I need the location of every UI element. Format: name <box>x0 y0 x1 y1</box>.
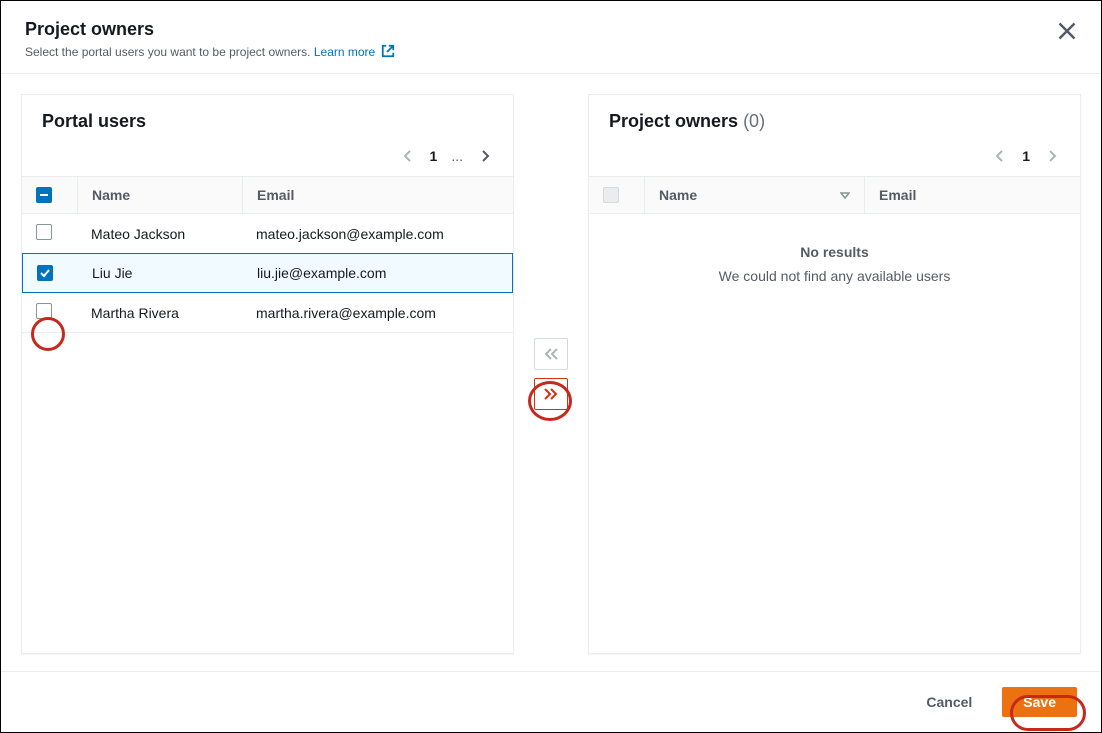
user-email: martha.rivera@example.com <box>242 297 513 329</box>
double-chevron-left-icon <box>543 347 559 361</box>
right-name-label: Name <box>659 187 697 203</box>
user-email: liu.jie@example.com <box>243 257 512 289</box>
owners-count: (0) <box>743 111 765 131</box>
modal-header: Project owners Select the portal users y… <box>1 1 1101 74</box>
left-table-body: Mateo Jackson mateo.jackson@example.com … <box>22 214 513 333</box>
left-page-number: 1 <box>430 148 438 164</box>
move-left-button[interactable] <box>534 338 568 370</box>
modal-title: Project owners <box>25 19 1077 40</box>
left-prev-page-button[interactable] <box>400 148 416 164</box>
left-panel-header: Portal users <box>22 95 513 142</box>
user-name: Martha Rivera <box>77 297 242 329</box>
table-row[interactable]: Liu Jie liu.jie@example.com <box>22 253 513 293</box>
sort-icon <box>840 190 850 200</box>
save-button[interactable]: Save <box>1002 687 1077 717</box>
left-next-page-button[interactable] <box>477 148 493 164</box>
project-owners-title: Project owners (0) <box>609 111 1060 132</box>
external-link-icon <box>381 44 395 58</box>
right-page-number: 1 <box>1022 148 1030 164</box>
modal-subtitle: Select the portal users you want to be p… <box>25 44 1077 59</box>
right-prev-page-button[interactable] <box>992 148 1008 164</box>
left-pagination: 1 ... <box>22 142 513 176</box>
table-row[interactable]: Mateo Jackson mateo.jackson@example.com <box>22 214 513 254</box>
right-next-page-button[interactable] <box>1044 148 1060 164</box>
left-name-header[interactable]: Name <box>77 177 242 213</box>
left-page-ellipsis: ... <box>451 148 463 164</box>
empty-state: No results We could not find any availab… <box>589 214 1080 314</box>
learn-more-label: Learn more <box>314 45 375 59</box>
chevron-left-icon <box>995 149 1005 163</box>
user-name: Liu Jie <box>78 257 243 289</box>
chevron-right-icon <box>480 149 490 163</box>
right-table-header: Name Email <box>589 176 1080 214</box>
table-row[interactable]: Martha Rivera martha.rivera@example.com <box>22 293 513 333</box>
right-panel-header: Project owners (0) <box>589 95 1080 142</box>
user-name: Mateo Jackson <box>77 218 242 250</box>
chevron-left-icon <box>403 149 413 163</box>
right-pagination: 1 <box>589 142 1080 176</box>
modal-footer: Cancel Save <box>1 671 1101 732</box>
project-owners-panel: Project owners (0) 1 <box>588 94 1081 654</box>
left-select-all-header <box>22 177 77 213</box>
right-email-header[interactable]: Email <box>864 177 1080 213</box>
close-icon <box>1057 21 1077 41</box>
user-email: mateo.jackson@example.com <box>242 218 513 250</box>
select-all-checkbox[interactable] <box>36 187 52 203</box>
double-chevron-right-icon <box>543 387 559 401</box>
transfer-controls <box>526 94 576 654</box>
modal-body: Portal users 1 ... Name Email <box>1 74 1101 674</box>
subtitle-text: Select the portal users you want to be p… <box>25 45 311 59</box>
left-email-header[interactable]: Email <box>242 177 513 213</box>
row-checkbox[interactable] <box>36 224 52 240</box>
select-all-checkbox[interactable] <box>603 187 619 203</box>
left-table-header: Name Email <box>22 176 513 214</box>
row-checkbox[interactable] <box>37 265 53 281</box>
project-owners-table: Name Email No results We could not find … <box>589 176 1080 314</box>
portal-users-table: Name Email Mateo Jackson mateo.jackson@e… <box>22 176 513 333</box>
right-title-text: Project owners <box>609 111 738 131</box>
close-button[interactable] <box>1057 21 1077 41</box>
right-name-header[interactable]: Name <box>644 177 864 213</box>
learn-more-link[interactable]: Learn more <box>314 45 395 59</box>
move-right-button[interactable] <box>534 378 568 410</box>
row-checkbox[interactable] <box>36 303 52 319</box>
empty-title: No results <box>609 244 1060 260</box>
portal-users-title: Portal users <box>42 111 493 132</box>
project-owners-modal: Project owners Select the portal users y… <box>0 0 1102 733</box>
right-select-all-header <box>589 177 644 213</box>
empty-subtitle: We could not find any available users <box>609 268 1060 284</box>
cancel-button[interactable]: Cancel <box>908 686 990 718</box>
chevron-right-icon <box>1047 149 1057 163</box>
portal-users-panel: Portal users 1 ... Name Email <box>21 94 514 654</box>
